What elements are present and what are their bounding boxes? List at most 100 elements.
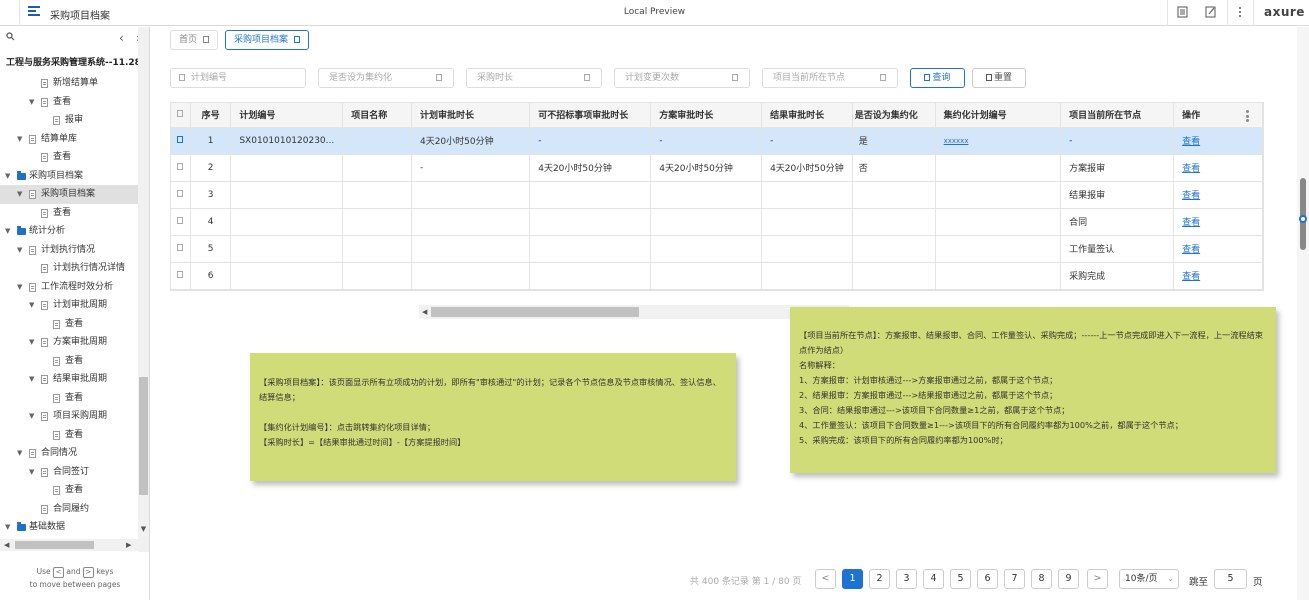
sidebar-item[interactable]: 新增结算单 bbox=[0, 74, 138, 93]
chevron-down-icon[interactable]: ▼ bbox=[17, 130, 22, 149]
sidebar-item[interactable]: 查看 bbox=[0, 148, 138, 167]
sidebar-item[interactable]: 查看 bbox=[0, 389, 138, 408]
intensive-plan-link[interactable]: xxxxxx bbox=[944, 137, 969, 145]
sidebar-item[interactable]: ▼ 方案审批周期 bbox=[0, 333, 138, 352]
table-row[interactable]: 4 合同 查看 bbox=[171, 208, 1263, 236]
page-button[interactable]: 3 bbox=[896, 569, 917, 589]
sidebar-item[interactable]: ▼ 结算单库 bbox=[0, 130, 138, 149]
page-button[interactable]: 6 bbox=[977, 569, 998, 589]
page-button[interactable]: 9 bbox=[1058, 569, 1079, 589]
sidebar-item[interactable]: 查看 bbox=[0, 426, 138, 445]
row-checkbox[interactable] bbox=[171, 208, 191, 236]
chevron-down-icon[interactable]: ▼ bbox=[5, 518, 10, 537]
sidebar-item[interactable]: 计划执行情况详情 bbox=[0, 259, 138, 278]
select-all-checkbox[interactable] bbox=[171, 103, 191, 128]
sidebar-item[interactable]: 查看 bbox=[0, 315, 138, 334]
prev-page-button[interactable]: < bbox=[815, 569, 836, 589]
chevron-down-icon[interactable]: ▼ bbox=[29, 463, 34, 482]
page-button[interactable]: 2 bbox=[869, 569, 890, 589]
sidebar-item[interactable]: ▼ 查看 bbox=[0, 93, 138, 112]
sidebar-item[interactable]: ▼ 工作流程时效分析 bbox=[0, 278, 138, 297]
plan-number-input[interactable]: 计划编号 bbox=[170, 68, 306, 88]
page-scrollbar[interactable] bbox=[1297, 27, 1309, 600]
table-row[interactable]: 2-4天20小时50分钟 4天20小时50分钟 4天20小时50分钟否方案报审 查看 bbox=[171, 154, 1263, 182]
query-button[interactable]: 查询 bbox=[910, 68, 965, 88]
page-button[interactable]: 1 bbox=[842, 569, 863, 589]
table-row[interactable]: 5 工作量签认 查看 bbox=[171, 235, 1263, 263]
chevron-down-icon[interactable]: ▼ bbox=[29, 370, 34, 389]
chevron-down-icon[interactable]: ▼ bbox=[5, 222, 10, 241]
row-checkbox[interactable] bbox=[171, 235, 191, 263]
page-size-select[interactable]: 10条/页 ⌄ bbox=[1119, 569, 1179, 589]
change-count-select[interactable]: 计划变更次数 bbox=[614, 68, 750, 88]
view-link[interactable]: 查看 bbox=[1182, 272, 1200, 282]
document-icon[interactable] bbox=[1176, 6, 1188, 19]
chevron-down-icon[interactable]: ▼ bbox=[17, 241, 22, 260]
prev-page-button[interactable]: ‹ bbox=[119, 31, 124, 45]
tab-procurement-archive[interactable]: 采购项目档案 bbox=[225, 30, 310, 50]
row-checkbox[interactable] bbox=[171, 154, 191, 182]
intensive-select[interactable]: 是否设为集约化 bbox=[318, 68, 454, 88]
scrollbar-thumb[interactable] bbox=[15, 541, 94, 549]
chevron-down-icon[interactable]: ▼ bbox=[17, 444, 22, 463]
scroll-left-icon[interactable]: ◀ bbox=[422, 305, 427, 319]
chevron-down-icon[interactable]: ▼ bbox=[29, 296, 34, 315]
sidebar-item[interactable]: 查看 bbox=[0, 204, 138, 223]
column-menu-icon[interactable] bbox=[1246, 110, 1249, 124]
sidebar-item[interactable]: ▼ 基础数据 bbox=[0, 518, 138, 537]
chevron-down-icon[interactable]: ▼ bbox=[29, 333, 34, 352]
sidebar-item[interactable]: 报审 bbox=[0, 111, 138, 130]
sidebar-item[interactable]: ▼ 统计分析 bbox=[0, 222, 138, 241]
tab-home[interactable]: 首页 bbox=[170, 30, 219, 50]
sidebar-item[interactable]: ▼ 合同情况 bbox=[0, 444, 138, 463]
search-icon[interactable] bbox=[6, 32, 15, 44]
sidebar-item[interactable]: 合同履约 bbox=[0, 500, 138, 519]
scroll-handle-icon[interactable] bbox=[1299, 215, 1307, 223]
scroll-right-icon[interactable]: ▶ bbox=[126, 539, 131, 551]
chevron-down-icon[interactable]: ▼ bbox=[29, 93, 34, 112]
table-row[interactable]: 1 SX0101010120230... 4天20小时50分钟 - - - 是 xxxxxx -… bbox=[171, 127, 1263, 155]
scrollbar-thumb[interactable] bbox=[139, 377, 148, 495]
more-icon[interactable] bbox=[1234, 6, 1246, 19]
row-checkbox[interactable] bbox=[171, 262, 191, 290]
page-button[interactable]: 8 bbox=[1031, 569, 1052, 589]
page-button[interactable]: 5 bbox=[950, 569, 971, 589]
sidebar-scrollbar[interactable]: ▼ bbox=[138, 27, 149, 552]
chevron-down-icon[interactable]: ▼ bbox=[5, 167, 10, 186]
row-checkbox[interactable] bbox=[171, 181, 191, 209]
row-checkbox[interactable] bbox=[171, 127, 191, 155]
sidebar-item[interactable]: ▼ 计划执行情况 bbox=[0, 241, 138, 260]
page-button[interactable]: 7 bbox=[1004, 569, 1025, 589]
sidebar-hscrollbar[interactable]: ◀ ▶ bbox=[0, 539, 138, 551]
sidebar-item[interactable]: 查看 bbox=[0, 352, 138, 371]
reset-button[interactable]: 重置 bbox=[972, 68, 1026, 88]
table-row[interactable]: 6 采购完成 查看 bbox=[171, 262, 1263, 290]
share-icon[interactable] bbox=[1204, 6, 1216, 19]
page-button[interactable]: 4 bbox=[923, 569, 944, 589]
scrollbar-thumb[interactable] bbox=[1300, 178, 1306, 250]
current-node-select[interactable]: 项目当前所在节点 bbox=[762, 68, 898, 88]
sidebar-item[interactable]: ▼ 计划审批周期 bbox=[0, 296, 138, 315]
sidebar-item[interactable]: 查看 bbox=[0, 481, 138, 500]
view-link[interactable]: 查看 bbox=[1182, 245, 1200, 255]
sidebar-item[interactable]: ▼ 结果审批周期 bbox=[0, 370, 138, 389]
chevron-down-icon[interactable]: ▼ bbox=[17, 185, 22, 204]
table-row[interactable]: 3 结果报审 查看 bbox=[171, 181, 1263, 209]
duration-select[interactable]: 采购时长 bbox=[466, 68, 602, 88]
view-link[interactable]: 查看 bbox=[1182, 164, 1200, 174]
sidebar-item[interactable]: ▼ 采购项目档案 bbox=[0, 167, 138, 186]
chevron-down-icon[interactable]: ▼ bbox=[29, 407, 34, 426]
jump-page-input[interactable]: 5 bbox=[1214, 569, 1247, 589]
menu-icon[interactable] bbox=[28, 6, 40, 18]
view-link[interactable]: 查看 bbox=[1182, 137, 1200, 147]
scroll-down-icon[interactable]: ▼ bbox=[138, 525, 149, 533]
view-link[interactable]: 查看 bbox=[1182, 191, 1200, 201]
table-hscrollbar[interactable]: ◀ bbox=[419, 305, 849, 319]
scroll-left-icon[interactable]: ◀ bbox=[4, 539, 9, 551]
sidebar-item[interactable]: ▼ 合同签订 bbox=[0, 463, 138, 482]
view-link[interactable]: 查看 bbox=[1182, 218, 1200, 228]
sidebar-item[interactable]: ▼ 采购项目档案 bbox=[0, 185, 138, 204]
chevron-down-icon[interactable]: ▼ bbox=[17, 278, 22, 297]
sidebar-item[interactable]: ▼ 项目采购周期 bbox=[0, 407, 138, 426]
scrollbar-thumb[interactable] bbox=[431, 307, 639, 317]
